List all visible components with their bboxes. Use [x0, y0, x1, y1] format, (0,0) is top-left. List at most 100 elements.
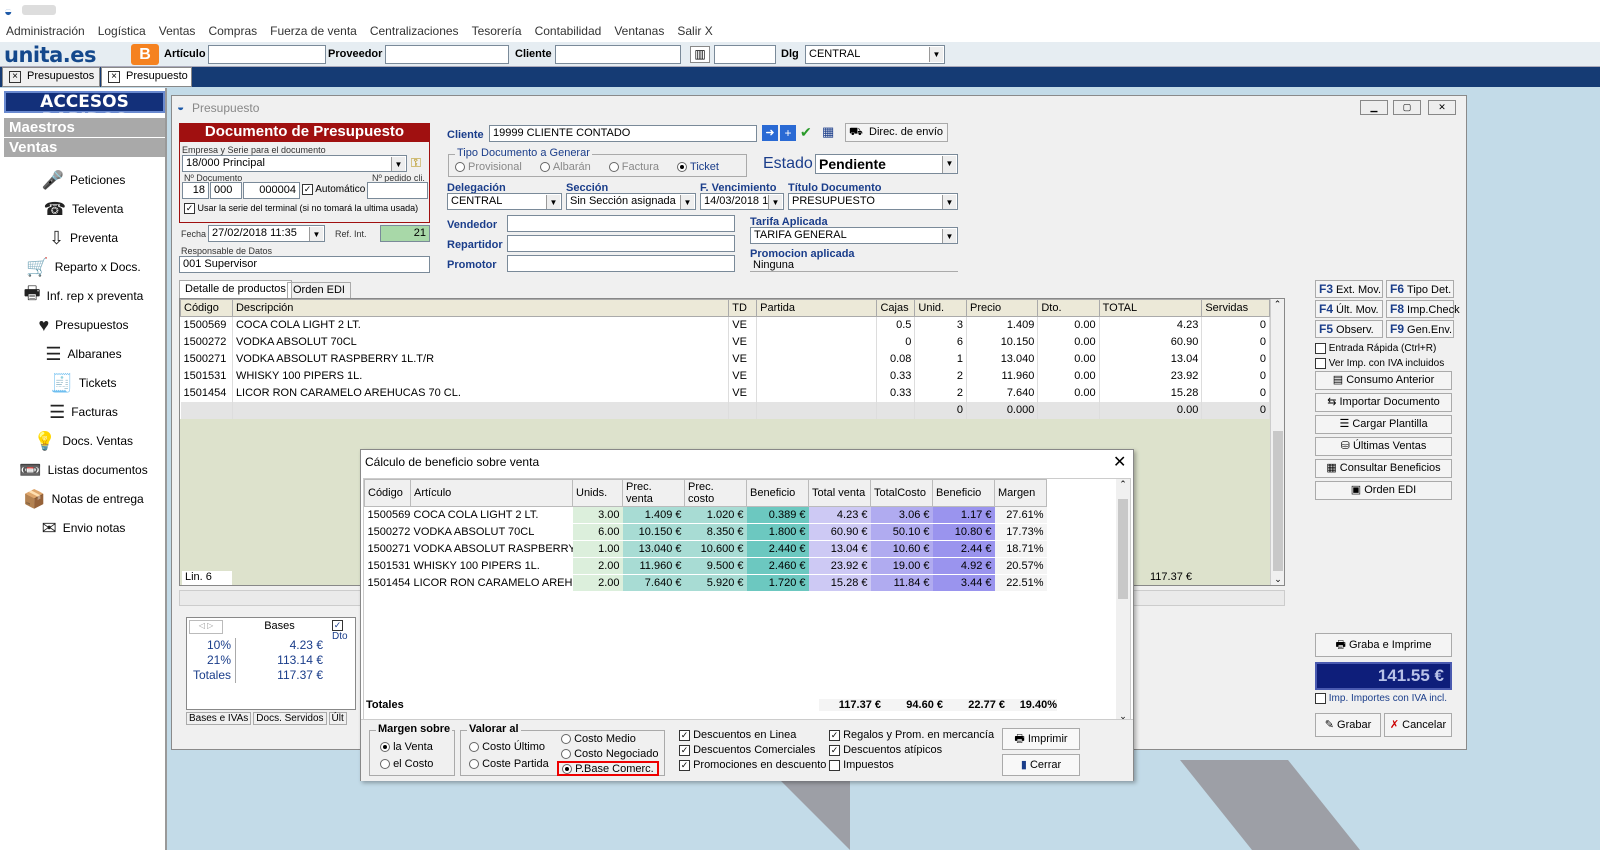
tab-docs-servidos[interactable]: Docs. Servidos [253, 712, 327, 725]
chevron-up-icon[interactable]: ⌃ [1116, 479, 1130, 490]
close-icon[interactable]: × [9, 71, 21, 83]
grid-header[interactable]: Código [180, 299, 233, 317]
titulo-select[interactable]: PRESUPUESTO ▼ [788, 193, 958, 210]
grid-header[interactable]: Descripción [231, 299, 730, 317]
menu-item[interactable]: Tesorería [472, 24, 522, 38]
tipo-option-radio[interactable]: Factura [608, 161, 659, 173]
fkey-button[interactable]: F6 Tipo Det. [1386, 280, 1454, 298]
sidebar-item[interactable]: ☰ Albaranes [0, 342, 167, 366]
ndoc-serie-field[interactable]: 18 [182, 182, 209, 199]
sidebar-section-maestros[interactable]: Maestros [4, 118, 165, 137]
menu-item[interactable]: Ventas [159, 24, 196, 38]
subtab-orden-edi[interactable]: Orden EDI [287, 282, 351, 298]
repartidor-field[interactable] [507, 235, 735, 252]
right-action-button[interactable]: ▦ Consultar Beneficios [1315, 459, 1452, 478]
grid-header[interactable]: Cajas [876, 299, 916, 317]
right-action-button[interactable]: ☰ Cargar Plantilla [1315, 415, 1452, 434]
tab-ultimas[interactable]: Últ [328, 712, 347, 725]
tarifa-select[interactable]: TARIFA GENERAL ▼ [750, 227, 958, 244]
table-row[interactable]: 0 0.000 0.00 0 [180, 401, 1270, 419]
regalos-checkbox[interactable]: ✓ Regalos y Prom. en mercancía [829, 728, 994, 743]
dialog-grid-header[interactable]: Unids. [572, 479, 623, 507]
table-row[interactable]: 1500271 VODKA ABSOLUT RASPBERRY 1L.T/R VE 0… [180, 350, 1270, 368]
entrada-rapida-checkbox[interactable]: Entrada Rápida (Ctrl+R) [1315, 341, 1444, 356]
table-row[interactable]: 1501531 WHISKY 100 PIPERS 1L. 2.00 11.960 €… [364, 557, 1047, 575]
dialog-grid-header[interactable]: Prec. venta [622, 479, 685, 507]
barcode-icon[interactable]: ▥ [690, 46, 710, 63]
table-row[interactable]: 1501454 LICOR RON CARAMELO AREHUCAS 70 CL… [180, 384, 1270, 402]
graba-imprime-button[interactable]: 🖶 Graba e Imprime [1315, 633, 1452, 657]
calculator-icon[interactable]: ▦ [822, 124, 840, 142]
npedido-field[interactable] [367, 182, 428, 199]
sidebar-item[interactable]: 🧾 Tickets [0, 371, 167, 395]
sidebar-item[interactable]: ✉ Envio notas [0, 516, 167, 540]
vendedor-field[interactable] [507, 215, 735, 232]
dialog-grid-header[interactable]: Artículo [410, 479, 573, 507]
close-icon[interactable]: × [108, 71, 120, 83]
tab-presupuesto[interactable]: × Presupuesto [101, 67, 192, 87]
fkey-button[interactable]: F3 Ext. Mov. [1315, 280, 1383, 298]
chevron-up-icon[interactable]: ⌃ [1271, 299, 1284, 310]
cancelar-button[interactable]: ✗ Cancelar [1384, 713, 1452, 737]
imp-iva-checkbox[interactable]: Imp. Importes con IVA incl. [1315, 693, 1447, 704]
menu-item[interactable]: Salir X [677, 24, 712, 38]
table-row[interactable]: 1500272 VODKA ABSOLUT 70CL 6.00 10.150 €8.3… [364, 523, 1047, 541]
right-action-button[interactable]: ⇆ Importar Documento [1315, 393, 1452, 412]
tipo-option-radio[interactable]: Albarán [539, 161, 591, 173]
menu-item[interactable]: Logística [98, 24, 146, 38]
grid-header[interactable]: Dto. [1037, 299, 1100, 317]
responsable-field[interactable]: 001 Supervisor [179, 256, 430, 273]
minimize-button[interactable]: ▁ [1360, 100, 1388, 115]
grid-header[interactable]: Unid. [914, 299, 967, 317]
dialog-grid-header[interactable]: TotalCosto [870, 479, 933, 507]
fkey-button[interactable]: F9 Gen.Env. [1386, 320, 1454, 338]
costo-negociado-radio[interactable]: Costo Negociado [561, 748, 658, 760]
p-base-comerc-radio[interactable]: P.Base Comerc. [557, 761, 659, 776]
sidebar-section-ventas[interactable]: Ventas [4, 138, 165, 157]
estado-select[interactable]: Pendiente ▼ [815, 154, 958, 174]
maximize-button[interactable]: ▢ [1393, 100, 1421, 115]
tab-bases-ivas[interactable]: Bases e IVAs [186, 712, 252, 725]
cerrar-button[interactable]: ▮ Cerrar [1002, 754, 1080, 776]
dialog-grid-header[interactable]: Beneficio [932, 479, 995, 507]
grid-header[interactable]: TOTAL [1098, 299, 1203, 317]
sidebar-item[interactable]: 🎤 Peticiones [0, 168, 167, 192]
dialog-grid-header[interactable]: Código [364, 479, 411, 507]
grabar-button[interactable]: ✎ Grabar [1315, 713, 1381, 737]
sidebar-item[interactable]: ♥ Presupuestos [0, 313, 167, 337]
delegacion-select[interactable]: CENTRAL ▼ [447, 193, 562, 210]
fkey-button[interactable]: F5 Observ. [1315, 320, 1383, 338]
fkey-button[interactable]: F8 Imp.Check [1386, 300, 1460, 318]
grid-scrollbar[interactable]: ⌃ ⌄ [1270, 299, 1284, 585]
articulo-input[interactable] [208, 45, 326, 64]
table-row[interactable]: 1501454 LICOR RON CARAMELO AREHUC 2.00 7.64… [364, 574, 1047, 592]
promociones-checkbox[interactable]: ✓ Promociones en descuento [679, 758, 826, 773]
seccion-select[interactable]: Sin Sección asignada ▼ [566, 193, 696, 210]
dialog-scrollbar[interactable]: ⌃ ⌄ [1116, 479, 1130, 722]
desc-linea-checkbox[interactable]: ✓ Descuentos en Linea [679, 728, 826, 743]
sidebar-item[interactable]: ☰ Facturas [0, 400, 167, 424]
dialog-grid-header[interactable]: Margen [994, 479, 1047, 507]
tab-presupuestos[interactable]: × Presupuestos [2, 67, 100, 87]
menu-item[interactable]: Administración [6, 24, 85, 38]
right-action-button[interactable]: ⛁ Últimas Ventas [1315, 437, 1452, 456]
proveedor-input[interactable] [385, 45, 509, 64]
scroll-thumb[interactable] [1118, 499, 1128, 599]
right-action-button[interactable]: ▤ Consumo Anterior [1315, 371, 1452, 390]
close-button[interactable]: ✕ [1428, 100, 1456, 115]
keys-icon[interactable]: ⚿ [411, 155, 428, 172]
ver-iva-checkbox[interactable]: Ver Imp. con IVA incluidos [1315, 356, 1444, 371]
grid-header[interactable]: TD [728, 299, 758, 317]
ndoc-empresa-field[interactable]: 000 [210, 182, 242, 199]
table-row[interactable]: 1500271 VODKA ABSOLUT RASPBERRY 1 1.00 13.0… [364, 540, 1047, 558]
nav-arrows-icon[interactable]: ◁ ▷ [189, 620, 223, 634]
grid-header[interactable]: Servidas [1201, 299, 1270, 317]
close-icon[interactable]: ✕ [1113, 452, 1126, 472]
sidebar-item[interactable]: ☎ Televenta [0, 197, 167, 221]
cliente-input[interactable] [555, 45, 681, 64]
sidebar-item[interactable]: 🛒 Reparto x Docs. [0, 255, 167, 279]
automatico-checkbox[interactable]: ✓ Automático [302, 184, 365, 195]
promotor-field[interactable] [507, 255, 735, 272]
costo-medio-radio[interactable]: Costo Medio [561, 733, 636, 745]
table-row[interactable]: 1500569 COCA COLA LIGHT 2 LT. 3.00 1.409 €1… [364, 506, 1047, 524]
